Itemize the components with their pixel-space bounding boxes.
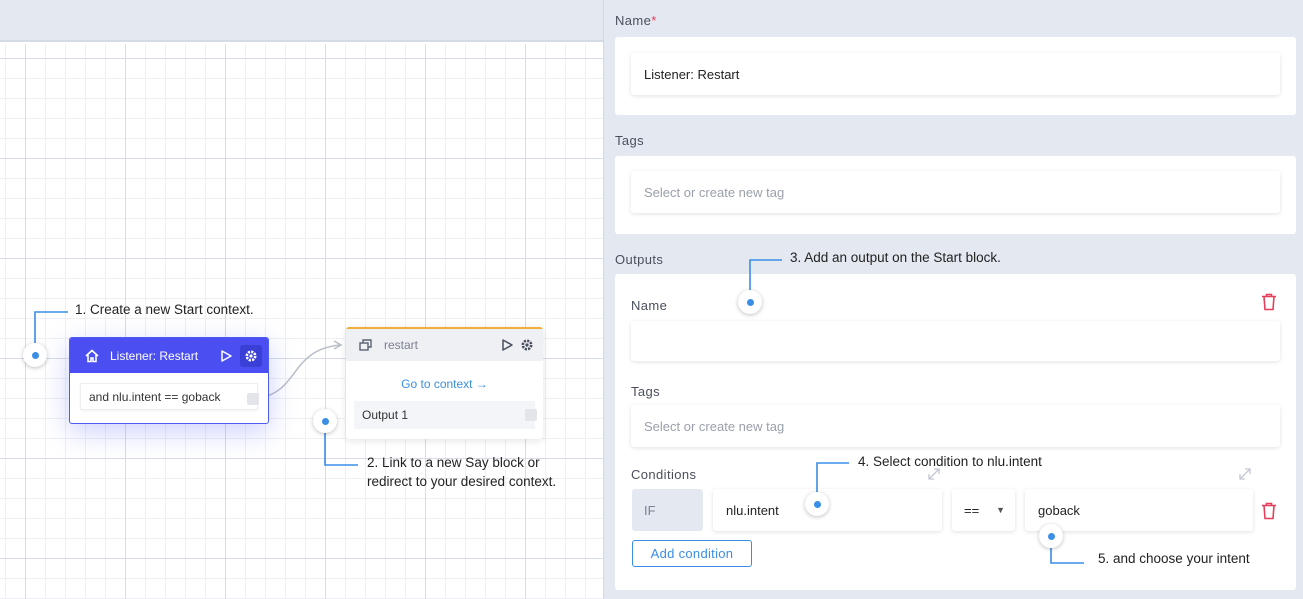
name-label: Name* [615, 13, 657, 28]
play-icon[interactable] [216, 346, 236, 366]
annotation-2-text: 2. Link to a new Say block or redirect t… [367, 453, 556, 491]
context-icon [356, 335, 376, 355]
annotation-4-text: 4. Select condition to nlu.intent [858, 454, 1042, 469]
restart-node-title: restart [384, 338, 419, 352]
annotation-3-text: 3. Add an output on the Start block. [790, 250, 1001, 265]
required-mark: * [651, 13, 657, 28]
output-name-label: Name [631, 298, 668, 313]
operator-select[interactable]: == ▼ [952, 489, 1015, 531]
output-tags-input[interactable]: Select or create new tag [631, 405, 1280, 447]
tags-label: Tags [615, 133, 645, 148]
restart-output-label: Output 1 [362, 408, 409, 422]
condition-value-input[interactable]: goback [1025, 489, 1253, 531]
condition-field-input[interactable]: nlu.intent [713, 489, 942, 531]
listener-node-header[interactable]: Listener: Restart [70, 338, 268, 373]
annotation-3-marker [738, 290, 762, 314]
expand-icon[interactable] [1238, 467, 1252, 481]
name-input[interactable]: Listener: Restart [631, 53, 1280, 95]
annotation-5-marker [1039, 524, 1063, 548]
canvas-area[interactable]: 1. Create a new Start context. Listener:… [0, 0, 603, 599]
arrow-right-icon: → [475, 377, 488, 391]
outputs-label: Outputs [615, 252, 664, 267]
listener-output-port[interactable] [247, 393, 259, 405]
canvas-grid[interactable] [0, 44, 603, 599]
if-label: IF [632, 489, 703, 531]
annotation-2-marker [313, 409, 337, 433]
listener-node[interactable]: Listener: Restart and nlu.intent == goba… [69, 337, 269, 424]
canvas-toolbar [0, 0, 603, 42]
annotation-2-line2: redirect to your desired context. [367, 474, 557, 489]
name-label-text: Name [615, 13, 652, 28]
listener-condition[interactable]: and nlu.intent == goback [80, 383, 258, 410]
annotation-1-text: 1. Create a new Start context. [75, 302, 254, 317]
go-to-context-label: Go to context [401, 377, 473, 391]
properties-panel: Name* Listener: Restart Tags Select or c… [603, 0, 1303, 599]
trash-icon[interactable] [1261, 293, 1277, 311]
restart-node[interactable]: restart Go to context → Output 1 [346, 327, 543, 439]
add-condition-button[interactable]: Add condition [632, 540, 752, 567]
tags-input[interactable]: Select or create new tag [631, 171, 1280, 213]
operator-value: == [964, 502, 980, 518]
caret-down-icon: ▼ [996, 505, 1005, 515]
home-icon [82, 346, 102, 366]
gear-icon[interactable] [240, 344, 262, 367]
gear-icon[interactable] [517, 335, 537, 355]
restart-output-port[interactable] [525, 409, 537, 421]
output-name-input[interactable] [631, 321, 1280, 361]
go-to-context-link[interactable]: Go to context → [346, 377, 543, 391]
play-icon[interactable] [497, 335, 517, 355]
trash-icon[interactable] [1261, 502, 1277, 520]
conditions-label: Conditions [631, 467, 697, 482]
annotation-1-marker [23, 343, 47, 367]
restart-node-header[interactable]: restart [346, 329, 543, 361]
annotation-2-line1: 2. Link to a new Say block or [367, 455, 540, 470]
output-tags-label: Tags [631, 384, 661, 399]
annotation-5-text: 5. and choose your intent [1098, 551, 1250, 566]
listener-node-title: Listener: Restart [110, 348, 199, 363]
restart-output[interactable]: Output 1 [354, 401, 537, 429]
annotation-4-marker [805, 492, 829, 516]
